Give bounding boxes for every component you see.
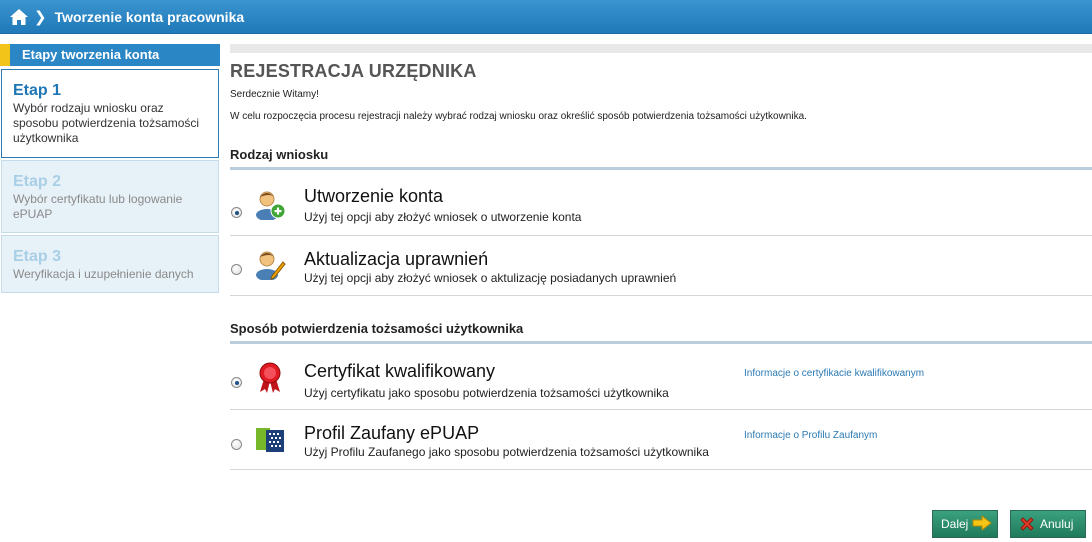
- divider: [230, 44, 1092, 53]
- user-add-icon: [254, 188, 286, 221]
- option-create-account[interactable]: Utworzenie konta Użyj tej opcji aby złoż…: [230, 170, 1092, 236]
- step-title: Etap 2: [13, 173, 62, 190]
- step-desc: Wybór certyfikatu lub logowanie ePUAP: [13, 192, 183, 221]
- title-bar: ❯ Tworzenie konta pracownika: [0, 0, 1092, 34]
- page-heading: Tworzenie konta pracownika: [54, 8, 245, 25]
- certificate-ribbon-icon: [254, 361, 286, 393]
- steps-sidebar: Etapy tworzenia konta Etap 1 Wybór rodza…: [0, 44, 220, 293]
- arrow-right-icon: [972, 514, 993, 534]
- welcome-text: Serdecznie Witamy!: [230, 89, 319, 100]
- option-desc: Użyj Profilu Zaufanego jako sposobu potw…: [304, 445, 709, 459]
- option-desc: Użyj certyfikatu jako sposobu potwierdze…: [304, 386, 669, 400]
- next-label: Dalej: [941, 517, 969, 531]
- cancel-label: Anuluj: [1040, 517, 1074, 531]
- step-title: Etap 3: [13, 248, 62, 265]
- epuap-logo-icon: [254, 424, 286, 456]
- radio-update-permissions[interactable]: [231, 264, 242, 275]
- chevron-right-icon: ❯: [34, 7, 47, 26]
- radio-qualified-certificate[interactable]: [231, 377, 242, 388]
- sidebar-title: Etapy tworzenia konta: [0, 44, 220, 66]
- step-desc: Weryfikacja i uzupełnienie danych: [13, 267, 194, 281]
- certificate-info-link[interactable]: Informacje o certyfikacie kwalifikowanym: [744, 368, 924, 379]
- registration-title: REJESTRACJA URZĘDNIKA: [230, 61, 477, 81]
- cancel-button[interactable]: Anuluj: [1010, 510, 1086, 538]
- radio-create-account[interactable]: [231, 207, 242, 218]
- section-title: Sposób potwierdzenia tożsamości użytkown…: [230, 321, 524, 336]
- home-icon[interactable]: [9, 7, 31, 27]
- option-qualified-certificate[interactable]: Certyfikat kwalifikowany Użyj certyfikat…: [230, 344, 1092, 410]
- identity-section: Sposób potwierdzenia tożsamości użytkown…: [230, 321, 1092, 470]
- next-button[interactable]: Dalej: [932, 510, 998, 538]
- step-1: Etap 1 Wybór rodzaju wniosku oraz sposob…: [1, 69, 219, 158]
- user-edit-icon: [254, 248, 286, 281]
- option-desc: Użyj tej opcji aby złożyć wniosek o aktu…: [304, 271, 677, 285]
- option-desc: Użyj tej opcji aby złożyć wniosek o utwo…: [304, 210, 582, 224]
- step-desc: Wybór rodzaju wniosku oraz sposobu potwi…: [13, 101, 200, 145]
- option-update-permissions[interactable]: Aktualizacja uprawnień Użyj tej opcji ab…: [230, 236, 1092, 296]
- request-type-section: Rodzaj wniosku Utworzenie konta Użyj tej…: [230, 147, 1092, 296]
- option-trusted-profile[interactable]: Profil Zaufany ePUAP Użyj Profilu Zaufan…: [230, 410, 1092, 470]
- option-title: Certyfikat kwalifikowany: [304, 361, 496, 381]
- step-2: Etap 2 Wybór certyfikatu lub logowanie e…: [1, 160, 219, 233]
- radio-trusted-profile[interactable]: [231, 439, 242, 450]
- intro-text: W celu rozpoczęcia procesu rejestracji n…: [230, 111, 807, 122]
- option-title: Aktualizacja uprawnień: [304, 249, 489, 269]
- step-3: Etap 3 Weryfikacja i uzupełnienie danych: [1, 235, 219, 293]
- option-title: Utworzenie konta: [304, 186, 444, 206]
- section-title: Rodzaj wniosku: [230, 147, 329, 162]
- close-icon: [1019, 516, 1035, 532]
- main-content: REJESTRACJA URZĘDNIKA Serdecznie Witamy!…: [230, 44, 1092, 470]
- step-title: Etap 1: [13, 82, 62, 99]
- option-title: Profil Zaufany ePUAP: [304, 423, 480, 443]
- trusted-profile-info-link[interactable]: Informacje o Profilu Zaufanym: [744, 430, 877, 441]
